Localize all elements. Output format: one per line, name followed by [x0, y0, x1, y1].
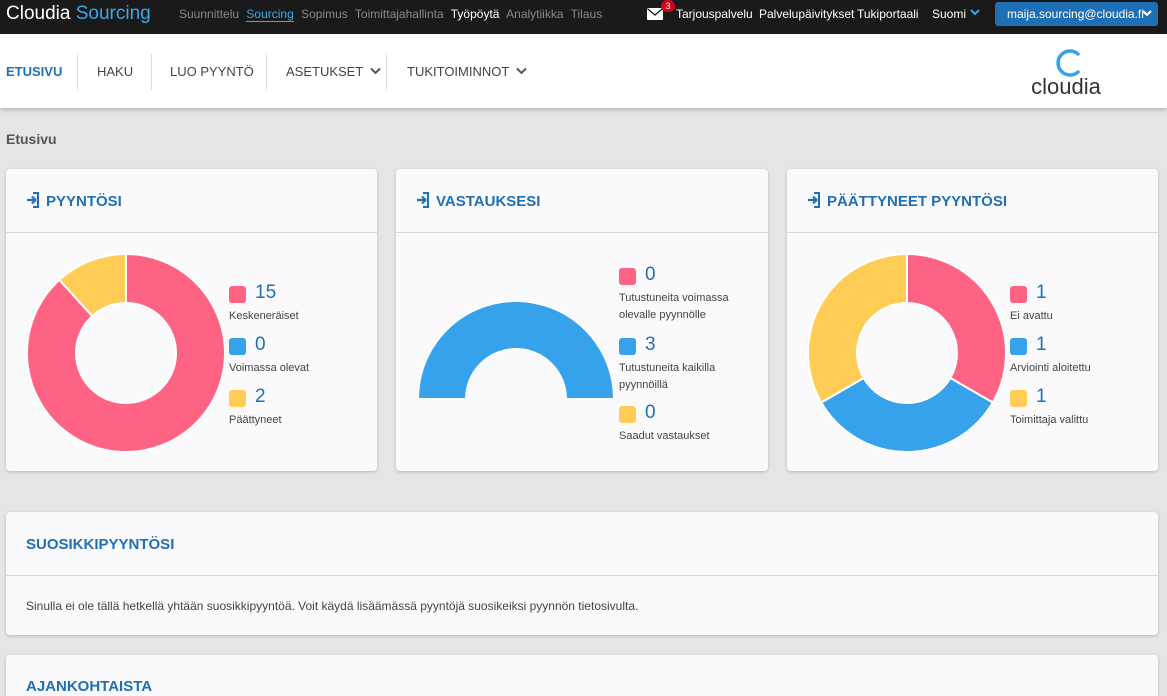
legend-swatch [1010, 390, 1027, 407]
chevron-down-icon[interactable] [970, 9, 980, 16]
legend-value: 15 [255, 282, 277, 303]
legend-label: Keskeneräiset [229, 310, 299, 322]
legend-value: 0 [645, 264, 656, 285]
module-suunnittelu[interactable]: Suunnittelu [179, 7, 239, 21]
nav-asetukset[interactable]: ASETUKSET [286, 64, 381, 80]
card-title[interactable]: AJANKOHTAISTA [26, 678, 152, 696]
legend-value: 0 [255, 334, 266, 355]
card-header: PÄÄTTYNEET PYYNTÖSI [787, 169, 1158, 233]
legend-label: Arviointi aloitettu [1010, 362, 1091, 374]
mail-icon[interactable] [647, 8, 663, 20]
main-nav: ETUSIVU HAKU LUO PYYNTÖ ASETUKSET TUKITO… [0, 34, 1167, 108]
link-palvelupaivitykset[interactable]: Palvelupäivitykset [759, 6, 854, 22]
sign-in-icon [27, 192, 39, 208]
legend-value: 1 [1036, 282, 1047, 303]
legend-label: Voimassa olevat [229, 362, 310, 374]
brand-name: Cloudia [6, 3, 71, 24]
card-title-text: VASTAUKSESI [436, 193, 541, 210]
module-sopimus[interactable]: Sopimus [301, 7, 348, 21]
card-pyyntosi: PYYNTÖSI 15 Keskeneräiset 0 Voimassa ole… [6, 169, 377, 471]
link-tukiportaali[interactable]: Tukiportaali [857, 6, 919, 22]
chevron-down-icon [1142, 10, 1152, 17]
nav-tukitoiminnot-label: TUKITOIMINNOT [407, 64, 510, 79]
nav-divider [77, 54, 78, 90]
card-title[interactable]: PÄÄTTYNEET PYYNTÖSI [807, 192, 1007, 211]
legend-value: 1 [1036, 386, 1047, 407]
legend-label: Ei avattu [1010, 310, 1053, 322]
module-analytiikka[interactable]: Analytiikka [506, 7, 563, 21]
nav-divider [266, 54, 267, 90]
nav-asetukset-label: ASETUKSET [286, 64, 364, 79]
nav-divider [151, 54, 152, 90]
module-sourcing[interactable]: Sourcing [246, 7, 294, 22]
user-email: maija.sourcing@cloudia.fi [1007, 7, 1144, 21]
nav-etusivu[interactable]: ETUSIVU [6, 64, 62, 80]
module-tilaus[interactable]: Tilaus [571, 7, 603, 21]
card-title-text: PÄÄTTYNEET PYYNTÖSI [827, 193, 1008, 210]
card-header: PYYNTÖSI [6, 169, 377, 233]
legend-value: 1 [1036, 334, 1047, 355]
legend-swatch [1010, 338, 1027, 355]
nav-haku[interactable]: HAKU [97, 64, 133, 80]
nav-tukitoiminnot[interactable]: TUKITOIMINNOT [407, 64, 527, 80]
cloudia-logo: cloudia [1031, 49, 1102, 99]
legend-swatch [229, 338, 246, 355]
user-menu-button[interactable]: maija.sourcing@cloudia.fi [995, 2, 1158, 26]
finished-requests-donut-chart [807, 253, 1007, 453]
breadcrumb: Etusivu [6, 131, 57, 147]
module-tyopoyta[interactable]: Työpöytä [451, 7, 500, 21]
legend-swatch [229, 286, 246, 303]
card-header: VASTAUKSESI [396, 169, 768, 233]
brand-product: Sourcing [75, 3, 151, 24]
card-header: SUOSIKKIPYYNTÖSI [6, 512, 1158, 576]
nav-divider [386, 54, 387, 90]
language-select[interactable]: Suomi [932, 6, 966, 22]
card-title-text: PYYNTÖSI [46, 193, 122, 210]
nav-luo-pyynto[interactable]: LUO PYYNTÖ [170, 64, 254, 80]
chevron-down-icon [369, 67, 381, 75]
legend-label: Tutustuneita voimassa olevalle pyynnölle [619, 292, 729, 321]
chevron-down-icon [515, 67, 527, 75]
legend-value: 2 [255, 386, 266, 407]
card-paattyneet: PÄÄTTYNEET PYYNTÖSI 1 Ei avattu 1 Arvioi… [787, 169, 1158, 471]
legend-label: Toimittaja valittu [1010, 414, 1089, 426]
sign-in-icon [808, 192, 820, 208]
sign-in-icon [417, 192, 429, 208]
requests-donut-chart [26, 253, 226, 453]
chart-slice-2[interactable] [416, 300, 616, 400]
legend-label: Tutustuneita kaikilla pyynnöillä [619, 362, 716, 391]
module-nav: Suunnittelu Sourcing Sopimus Toimittajah… [179, 6, 606, 22]
card-suosikit: SUOSIKKIPYYNTÖSI Sinulla ei ole tällä he… [6, 512, 1158, 635]
card-title[interactable]: PYYNTÖSI [26, 192, 122, 211]
legend-swatch [229, 390, 246, 407]
chart-slice-2[interactable] [819, 376, 995, 453]
card-title[interactable]: SUOSIKKIPYYNTÖSI [26, 536, 174, 554]
card-vastauksesi: VASTAUKSESI 0 Tutustuneita voimassa olev… [396, 169, 768, 471]
responses-halfdonut-chart [416, 300, 616, 400]
legend-value: 0 [645, 402, 656, 423]
link-tarjouspalvelu[interactable]: Tarjouspalvelu [676, 6, 753, 22]
empty-favorites-text: Sinulla ei ole tällä hetkellä yhtään suo… [26, 599, 639, 613]
legend-swatch [619, 338, 636, 355]
chart-slice-1[interactable] [906, 253, 1007, 404]
brand-logo[interactable]: Cloudia Sourcing [6, 3, 151, 25]
legend-label: Päättyneet [229, 414, 282, 426]
card-title[interactable]: VASTAUKSESI [416, 192, 540, 211]
module-toimittajahallinta[interactable]: Toimittajahallinta [355, 7, 444, 21]
legend-swatch [1010, 286, 1027, 303]
chart-slice-3[interactable] [807, 253, 908, 404]
legend-swatch [619, 268, 636, 285]
legend-swatch [619, 406, 636, 423]
notification-badge: 3 [661, 0, 675, 12]
legend-label: Saadut vastaukset [619, 430, 710, 442]
top-bar: Cloudia Sourcing Suunnittelu Sourcing So… [0, 0, 1167, 34]
legend-value: 3 [645, 334, 656, 355]
card-ajankohtaista: AJANKOHTAISTA [6, 655, 1158, 696]
logo-text: cloudia [1031, 74, 1101, 99]
